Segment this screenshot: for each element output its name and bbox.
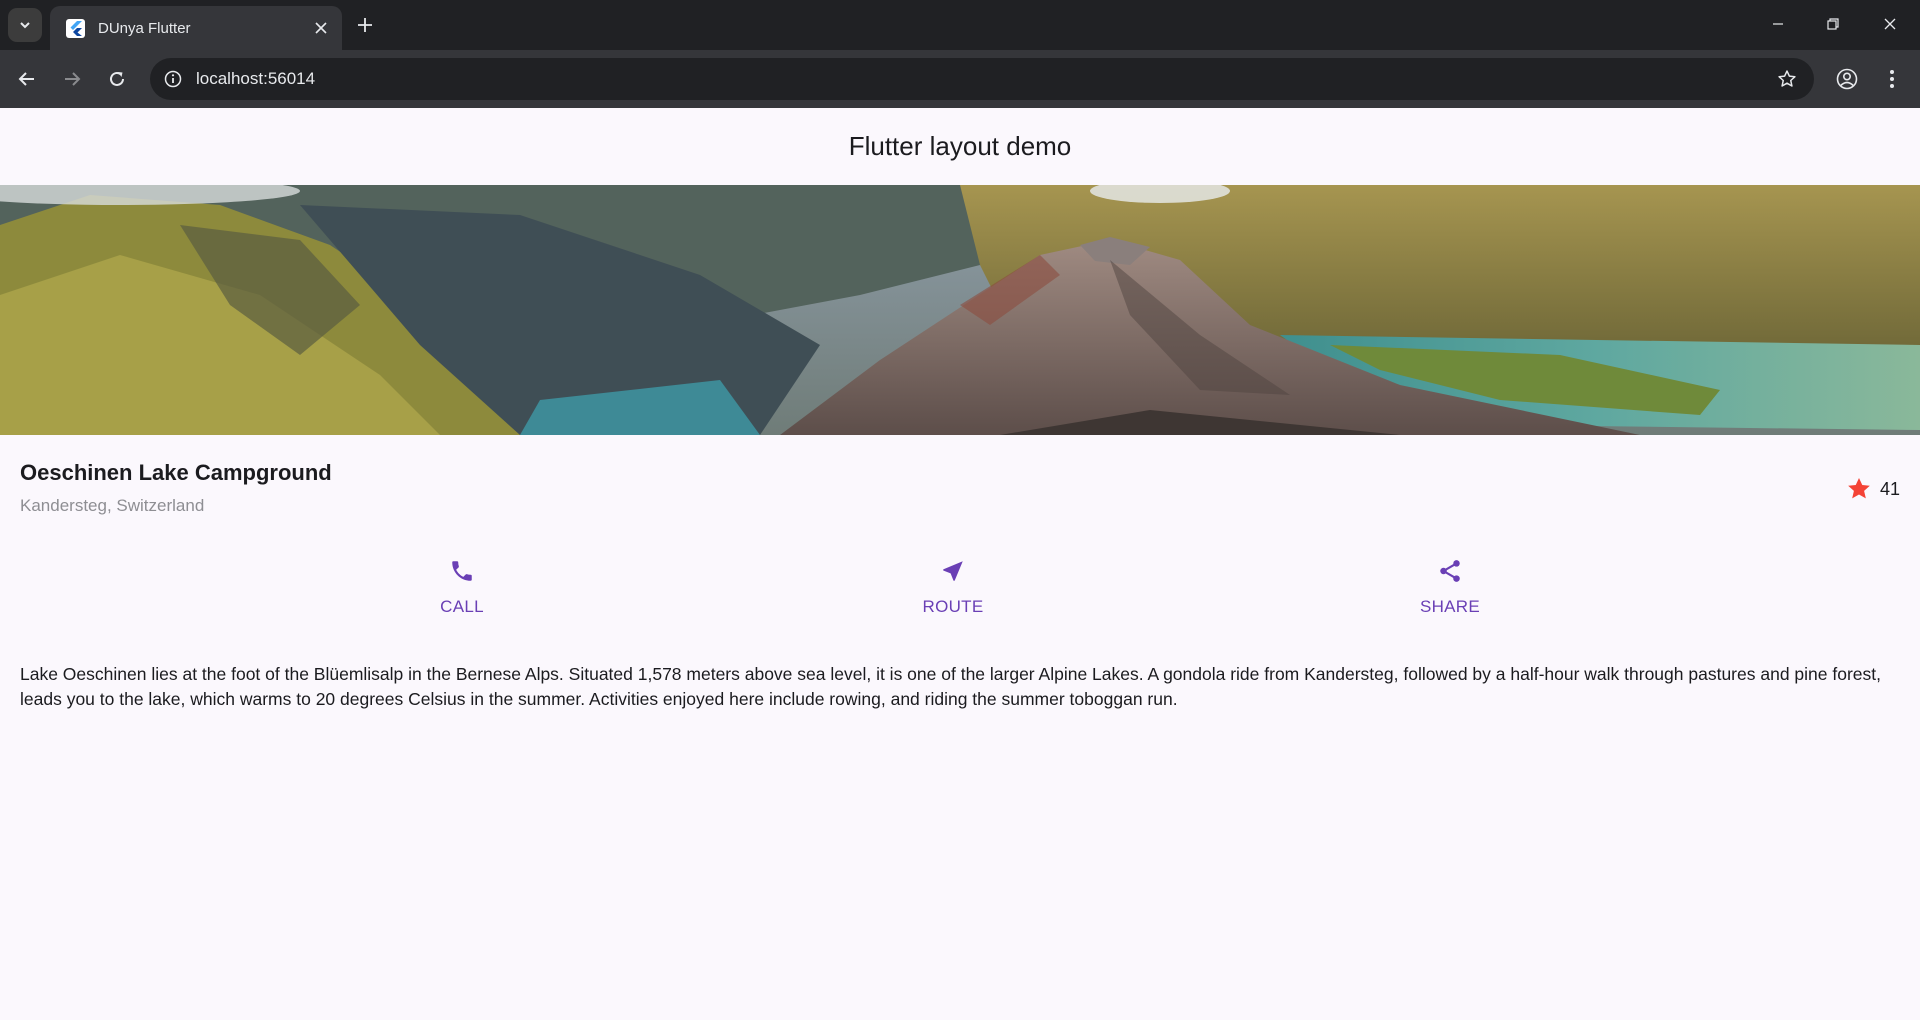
call-button[interactable]: CALL bbox=[392, 555, 532, 625]
tab-close-button[interactable] bbox=[312, 19, 330, 37]
lake-hero-image bbox=[0, 185, 1920, 435]
navigation-icon bbox=[939, 557, 967, 585]
rating-count: 41 bbox=[1879, 478, 1900, 499]
close-icon bbox=[1884, 18, 1896, 30]
account-circle-icon bbox=[1836, 68, 1858, 90]
call-label: CALL bbox=[440, 597, 484, 616]
url-text: localhost:56014 bbox=[196, 69, 316, 88]
tab-search-button[interactable] bbox=[8, 8, 42, 42]
minimize-icon bbox=[1773, 23, 1783, 25]
route-label: ROUTE bbox=[922, 597, 984, 616]
browser-toolbar: localhost:56014 bbox=[0, 50, 1920, 108]
route-button[interactable]: ROUTE bbox=[883, 555, 1023, 625]
bookmark-button[interactable] bbox=[1774, 66, 1800, 92]
browser-tab-active[interactable]: DUnya Flutter bbox=[50, 6, 342, 50]
place-name: Oeschinen Lake Campground bbox=[20, 460, 332, 485]
profile-button[interactable] bbox=[1830, 62, 1864, 96]
share-icon bbox=[1436, 557, 1464, 585]
share-button[interactable]: SHARE bbox=[1380, 555, 1520, 625]
info-icon bbox=[164, 70, 182, 88]
arrow-right-icon bbox=[65, 72, 81, 86]
place-description: Lake Oeschinen lies at the foot of the B… bbox=[20, 664, 1881, 709]
back-button[interactable] bbox=[10, 62, 44, 96]
close-window-button[interactable] bbox=[1874, 10, 1906, 38]
minimize-button[interactable] bbox=[1762, 10, 1794, 38]
site-info-button[interactable] bbox=[160, 66, 186, 92]
phone-icon bbox=[448, 557, 476, 585]
share-label: SHARE bbox=[1419, 597, 1481, 616]
reload-button[interactable] bbox=[100, 62, 134, 96]
close-icon bbox=[315, 22, 327, 34]
forward-button[interactable] bbox=[55, 62, 89, 96]
flutter-favicon-icon bbox=[66, 19, 85, 38]
browser-menu-button[interactable] bbox=[1875, 62, 1909, 96]
favorite-rating[interactable]: 41 bbox=[1846, 475, 1900, 503]
place-location: Kandersteg, Switzerland bbox=[20, 496, 205, 515]
chevron-down-icon bbox=[20, 22, 30, 29]
star-icon bbox=[1848, 477, 1870, 499]
app-title: Flutter layout demo bbox=[848, 131, 1072, 161]
star-outline-icon bbox=[1778, 70, 1796, 87]
address-bar[interactable]: localhost:56014 bbox=[150, 58, 1814, 100]
app-bar: Flutter layout demo bbox=[0, 108, 1920, 184]
arrow-left-icon bbox=[18, 72, 34, 86]
more-vertical-icon bbox=[1890, 70, 1894, 88]
browser-tab-strip: DUnya Flutter bbox=[0, 0, 1920, 50]
reload-icon bbox=[110, 71, 124, 86]
restore-icon bbox=[1827, 18, 1839, 30]
tab-title: DUnya Flutter bbox=[98, 20, 191, 37]
new-tab-button[interactable] bbox=[352, 12, 378, 38]
plus-icon bbox=[358, 18, 372, 32]
button-section: CALL ROUTE SHARE bbox=[0, 555, 1920, 625]
title-section: Oeschinen Lake Campground Kandersteg, Sw… bbox=[0, 435, 1920, 535]
restore-button[interactable] bbox=[1817, 10, 1849, 38]
